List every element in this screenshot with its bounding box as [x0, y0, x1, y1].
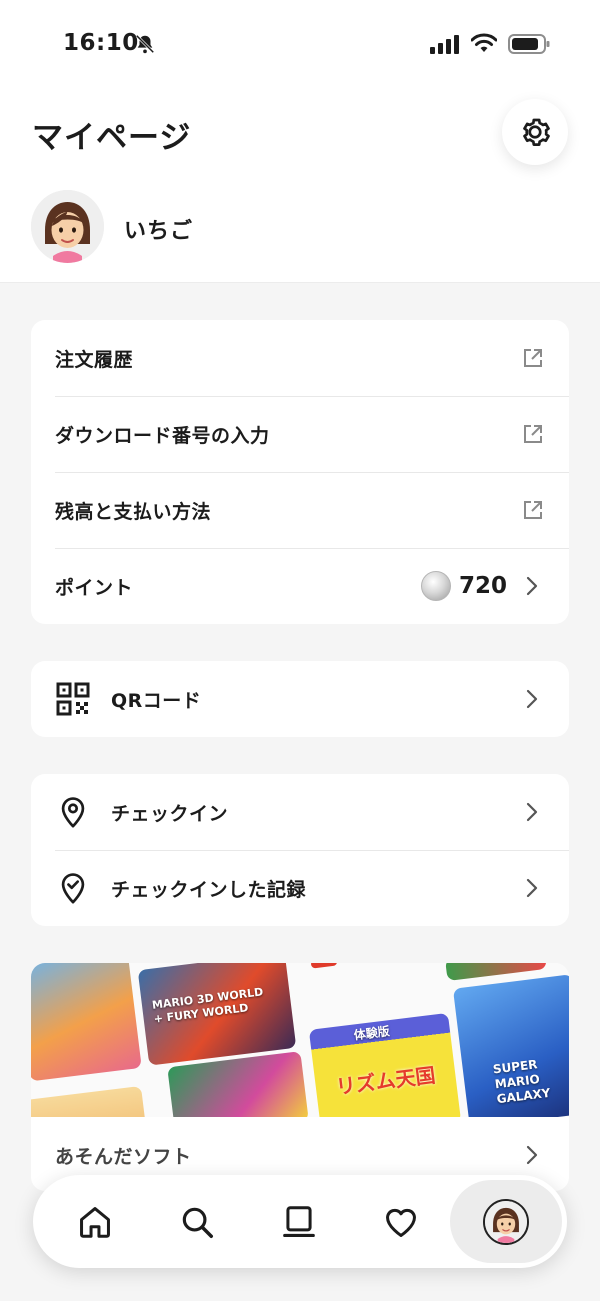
- home-icon: [80, 1206, 110, 1238]
- points-display: 720: [420, 571, 507, 601]
- menu-item-label: チェックインした記録: [111, 878, 307, 901]
- search-icon: [182, 1207, 213, 1238]
- menu-item-checkin-history[interactable]: チェックインした記録: [31, 850, 569, 926]
- gear-icon: [523, 118, 550, 146]
- username: いちご: [124, 219, 194, 244]
- heart-icon: [386, 1208, 416, 1237]
- nav-wishlist[interactable]: [351, 1175, 451, 1268]
- mii-avatar-image: [31, 190, 104, 263]
- menu-item-label: チェックイン: [111, 802, 229, 825]
- battery-icon: [508, 34, 550, 54]
- library-icon: [283, 1205, 315, 1237]
- menu-item-label: 残高と支払い方法: [55, 500, 212, 523]
- game-tile-rhythm-heaven: 体験版 リズム天国: [308, 1012, 462, 1117]
- points-value: 720: [458, 573, 507, 599]
- menu-item-order-history[interactable]: 注文履歴: [31, 320, 569, 396]
- profile-avatar[interactable]: [31, 190, 104, 263]
- game-tile-title: SUPER MARIO GALAXY: [492, 1057, 552, 1107]
- page-title: マイページ: [32, 120, 192, 156]
- menu-item-label: ダウンロード番号の入力: [55, 424, 270, 447]
- game-tile-title: MARIO 3D WORLD + FURY WORLD: [151, 985, 264, 1026]
- menu-item-qr-code[interactable]: QRコード: [31, 661, 569, 737]
- chevron-right-icon: [526, 878, 538, 898]
- external-link-icon: [524, 501, 542, 519]
- chevron-right-icon: [526, 1145, 538, 1165]
- mii-avatar-image: [485, 1200, 527, 1243]
- points-coin-icon: [420, 571, 451, 601]
- checkin-card: チェックイン チェックインした記録: [31, 774, 569, 926]
- nav-search[interactable]: [147, 1175, 247, 1268]
- status-time: 16:10: [63, 30, 139, 56]
- menu-item-label: QRコード: [111, 689, 202, 712]
- game-tile-demo-badge: 体験版: [352, 1024, 391, 1043]
- game-tile-mario-3d-world: MARIO 3D WORLD + FURY WORLD: [137, 963, 297, 1066]
- game-tile-kirby: [31, 963, 142, 1082]
- game-tile-mario-galaxy: SUPER MARIO GALAXY: [452, 974, 569, 1117]
- qr-code-card: QRコード: [31, 661, 569, 737]
- menu-item-label: 注文履歴: [55, 348, 134, 371]
- menu-item-label: あそんだソフト: [55, 1145, 192, 1168]
- profile-avatar-small: [483, 1198, 529, 1245]
- nav-home[interactable]: [45, 1175, 145, 1268]
- game-tile-splatoon: [167, 1051, 309, 1117]
- wifi-icon: [471, 33, 497, 52]
- external-link-icon: [524, 349, 542, 367]
- external-link-icon: [524, 425, 542, 443]
- settings-button[interactable]: [502, 99, 568, 165]
- account-menu-card: 注文履歴 ダウンロード番号の入力 残高と支払い方法 ポイント 720: [31, 320, 569, 624]
- menu-item-points[interactable]: ポイント 720: [31, 548, 569, 624]
- played-software-banner: MARIO 3D WORLD + FURY WORLD 体験版 リズム天国 SU…: [31, 963, 569, 1117]
- chevron-right-icon: [526, 802, 538, 822]
- bell-muted-icon: [135, 34, 155, 54]
- menu-item-download-code[interactable]: ダウンロード番号の入力: [31, 396, 569, 472]
- bottom-navigation: [33, 1175, 567, 1268]
- menu-item-balance-payment[interactable]: 残高と支払い方法: [31, 472, 569, 548]
- game-tile-title: リズム天国: [334, 1062, 437, 1099]
- qr-code-icon: [55, 681, 91, 717]
- game-tile-kirby-2: [31, 1085, 149, 1117]
- nav-my-page[interactable]: [456, 1175, 556, 1268]
- location-pin-icon: [55, 794, 91, 830]
- game-tile-top-middle: [310, 963, 338, 969]
- menu-item-checkin[interactable]: チェックイン: [31, 774, 569, 850]
- nav-library[interactable]: [249, 1175, 349, 1268]
- check-badge-icon: [55, 870, 91, 906]
- chevron-right-icon: [526, 689, 538, 709]
- cellular-signal-icon: [430, 35, 459, 54]
- menu-item-label: ポイント: [55, 576, 134, 599]
- chevron-right-icon: [526, 576, 538, 596]
- played-software-card[interactable]: MARIO 3D WORLD + FURY WORLD 体験版 リズム天国 SU…: [31, 963, 569, 1191]
